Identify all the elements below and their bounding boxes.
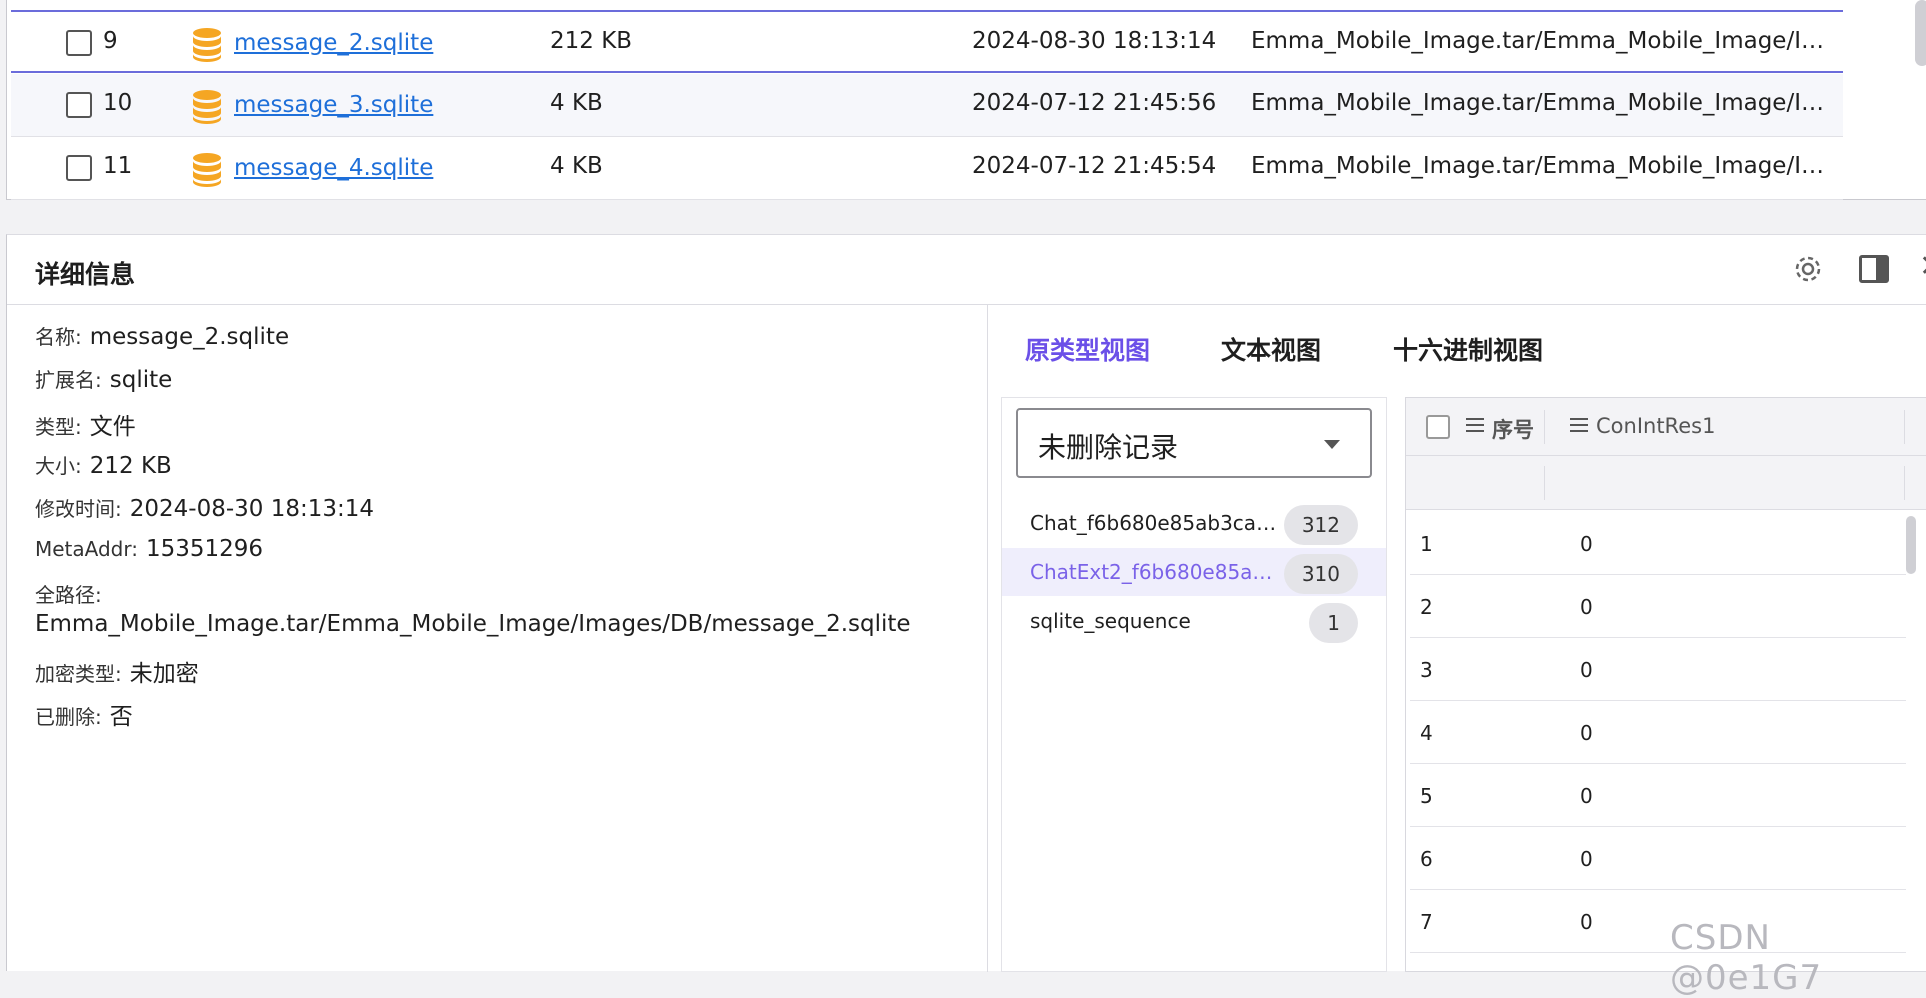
prop-deleted: 已删除: 否 <box>35 704 133 730</box>
record-filter-value: 未删除记录 <box>1038 431 1179 464</box>
prop-fullpath-label: 全路径: <box>35 583 102 607</box>
file-date: 2024-07-12 21:45:56 <box>972 90 1217 116</box>
file-name-link[interactable]: message_2.sqlite <box>234 30 433 56</box>
grid-scrollbar[interactable] <box>1906 516 1916 574</box>
grid-filter-row <box>1406 456 1926 510</box>
gear-icon[interactable] <box>1791 252 1825 286</box>
file-row[interactable]: 9 message_2.sqlite 212 KB 2024-08-30 18:… <box>11 10 1843 73</box>
row-index: 9 <box>103 28 118 54</box>
table-row[interactable]: 40 <box>1410 701 1906 764</box>
file-size: 212 KB <box>550 28 633 54</box>
prop-metaaddr: MetaAddr: 15351296 <box>35 536 264 562</box>
close-icon[interactable]: ✕ <box>1919 249 1926 284</box>
table-list-panel: 未删除记录 Chat_f6b680e85ab3ca2... 312 ChatEx… <box>1001 397 1387 972</box>
vertical-divider <box>987 305 988 972</box>
tab-native-view[interactable]: 原类型视图 <box>1025 331 1150 367</box>
prop-extension: 扩展名: sqlite <box>35 367 173 393</box>
file-name-link[interactable]: message_4.sqlite <box>234 155 433 181</box>
table-list-item[interactable]: sqlite_sequence 1 <box>1002 597 1386 645</box>
prop-name: 名称: message_2.sqlite <box>35 324 290 350</box>
row-index: 10 <box>103 90 133 116</box>
file-path: Emma_Mobile_Image.tar/Emma_Mobile_Image/… <box>1251 28 1831 54</box>
vertical-scrollbar[interactable] <box>1915 0 1926 66</box>
watermark: CSDN @0e1G7 <box>1670 918 1823 998</box>
column-header-conintres1[interactable]: ConIntRes1 <box>1596 414 1715 438</box>
file-path: Emma_Mobile_Image.tar/Emma_Mobile_Image/… <box>1251 90 1831 116</box>
table-row[interactable]: 10 <box>1410 512 1906 575</box>
table-row[interactable]: 50 <box>1410 764 1906 827</box>
panel-toggle-icon[interactable] <box>1859 255 1889 283</box>
file-path: Emma_Mobile_Image.tar/Emma_Mobile_Image/… <box>1251 153 1831 179</box>
table-row[interactable]: 20 <box>1410 575 1906 638</box>
row-checkbox[interactable] <box>66 155 92 181</box>
table-list-item[interactable]: Chat_f6b680e85ab3ca2... 312 <box>1002 499 1386 547</box>
records-grid: 序号 ConIntRes1 10 20 30 40 50 60 70 <box>1405 397 1926 972</box>
table-name: sqlite_sequence <box>1030 609 1191 633</box>
database-icon <box>193 153 221 187</box>
prop-size: 大小: 212 KB <box>35 453 172 479</box>
prop-modified: 修改时间: 2024-08-30 18:13:14 <box>35 496 375 522</box>
tab-hex-view[interactable]: 十六进制视图 <box>1393 331 1543 367</box>
file-table: 9 message_2.sqlite 212 KB 2024-08-30 18:… <box>6 0 1926 200</box>
column-menu-icon[interactable] <box>1466 418 1484 432</box>
prop-fullpath-value: Emma_Mobile_Image.tar/Emma_Mobile_Image/… <box>35 611 911 637</box>
file-size: 4 KB <box>550 153 603 179</box>
table-name: ChatExt2_f6b680e85ab... <box>1030 560 1280 584</box>
detail-header: 详细信息 ✕ <box>7 235 1926 305</box>
grid-header: 序号 ConIntRes1 <box>1406 398 1926 456</box>
record-filter-dropdown[interactable]: 未删除记录 <box>1016 408 1372 478</box>
column-header-index[interactable]: 序号 <box>1492 414 1534 444</box>
file-date: 2024-08-30 18:13:14 <box>972 28 1217 54</box>
table-name: Chat_f6b680e85ab3ca2... <box>1030 511 1280 535</box>
chevron-down-icon <box>1324 440 1340 449</box>
table-row[interactable]: 30 <box>1410 638 1906 701</box>
record-count-badge: 312 <box>1283 505 1358 545</box>
file-name-link[interactable]: message_3.sqlite <box>234 92 433 118</box>
prop-encryption: 加密类型: 未加密 <box>35 661 199 687</box>
select-all-checkbox[interactable] <box>1426 415 1450 439</box>
row-checkbox[interactable] <box>66 30 92 56</box>
tab-text-view[interactable]: 文本视图 <box>1221 331 1321 367</box>
row-index: 11 <box>103 153 133 179</box>
file-size: 4 KB <box>550 90 603 116</box>
table-row[interactable]: 60 <box>1410 827 1906 890</box>
column-menu-icon[interactable] <box>1570 418 1588 432</box>
table-list-item[interactable]: ChatExt2_f6b680e85ab... 310 <box>1002 548 1386 596</box>
record-count-badge: 310 <box>1283 554 1358 594</box>
prop-type: 类型: 文件 <box>35 414 136 440</box>
row-checkbox[interactable] <box>66 92 92 118</box>
database-icon <box>193 90 221 124</box>
detail-panel: 详细信息 ✕ 名称:message_2.sqlite 扩展名:sqlite 类型… <box>6 234 1926 972</box>
file-row[interactable]: 11 message_4.sqlite 4 KB 2024-07-12 21:4… <box>11 137 1843 200</box>
detail-title: 详细信息 <box>35 260 136 289</box>
file-row[interactable]: 10 message_3.sqlite 4 KB 2024-07-12 21:4… <box>11 74 1843 137</box>
record-count-badge: 1 <box>1309 603 1358 643</box>
database-icon <box>193 28 221 62</box>
file-date: 2024-07-12 21:45:54 <box>972 153 1217 179</box>
